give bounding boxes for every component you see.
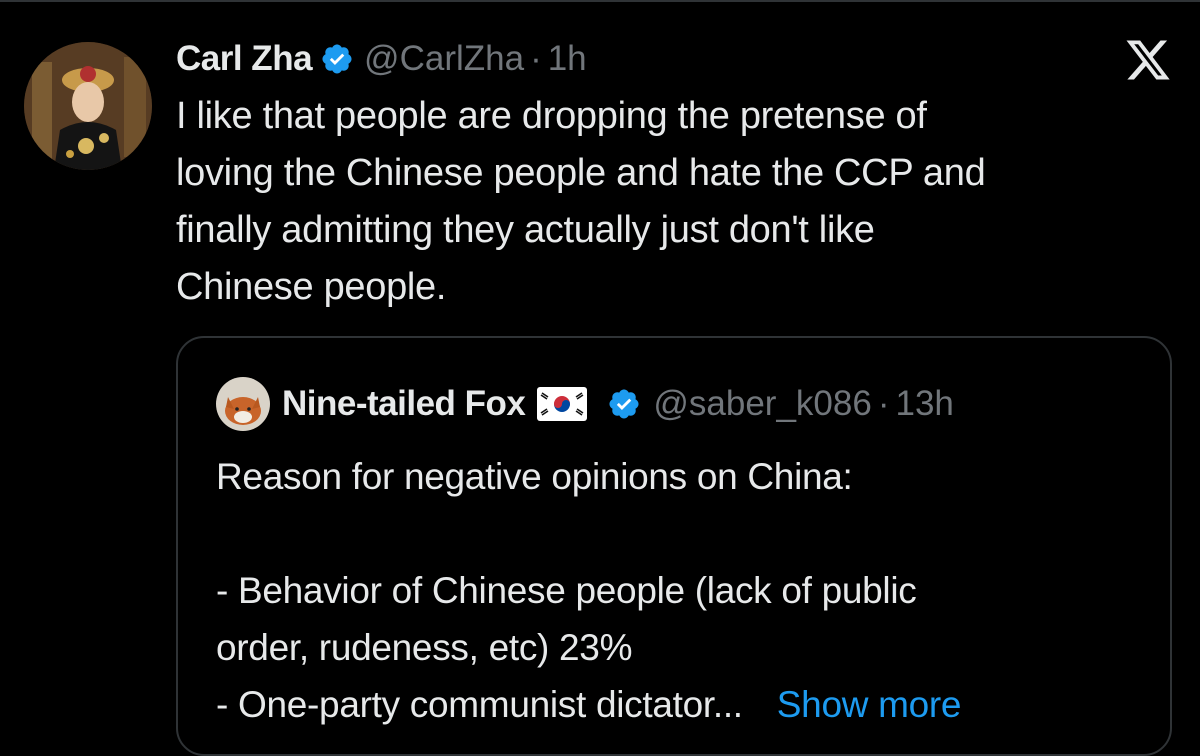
tweet-header: Carl Zha @CarlZha · 1h <box>176 34 587 84</box>
author-display-name[interactable]: Carl Zha <box>176 39 313 79</box>
avatar-image <box>24 42 152 170</box>
quoted-tweet-body: Reason for negative opinions on China: -… <box>216 448 1136 733</box>
verified-badge-icon <box>320 42 354 76</box>
tweet-line: Chinese people. <box>176 266 447 308</box>
tweet-timestamp[interactable]: 1h <box>548 39 587 79</box>
quoted-tweet-timestamp[interactable]: 13h <box>895 384 953 424</box>
quoted-line-text: - One-party communist dictator... <box>216 684 743 725</box>
quoted-tweet-card[interactable]: Nine-tailed Fox @saber_k086 · 13h Reason… <box>176 336 1172 756</box>
quoted-author-handle[interactable]: @saber_k086 <box>653 384 871 424</box>
author-avatar[interactable] <box>24 42 152 170</box>
quoted-line: - Behavior of Chinese people (lack of pu… <box>216 570 917 611</box>
author-handle[interactable]: @CarlZha <box>364 39 524 79</box>
quoted-verified-badge-icon <box>607 387 641 421</box>
tweet-line: loving the Chinese people and hate the C… <box>176 152 986 194</box>
tweet-line: I like that people are dropping the pret… <box>176 95 927 137</box>
show-more-link[interactable]: Show more <box>777 684 962 725</box>
quoted-line: Reason for negative opinions on China: <box>216 456 853 497</box>
quoted-separator-dot: · <box>877 384 890 423</box>
tweet-body: I like that people are dropping the pret… <box>176 88 1136 316</box>
quoted-line: order, rudeness, etc) 23% <box>216 627 633 668</box>
tweet-line: finally admitting they actually just don… <box>176 209 875 251</box>
quoted-author-avatar[interactable] <box>216 377 270 431</box>
separator-dot: · <box>530 39 542 78</box>
top-divider <box>0 0 1200 2</box>
quoted-line-truncated: - One-party communist dictator... Show mo… <box>216 676 1136 733</box>
south-korea-flag-icon <box>537 387 588 421</box>
quoted-tweet-header: Nine-tailed Fox @saber_k086 · 13h <box>216 377 954 431</box>
x-logo-icon[interactable] <box>1124 36 1172 84</box>
quoted-author-display-name[interactable]: Nine-tailed Fox <box>282 384 526 424</box>
